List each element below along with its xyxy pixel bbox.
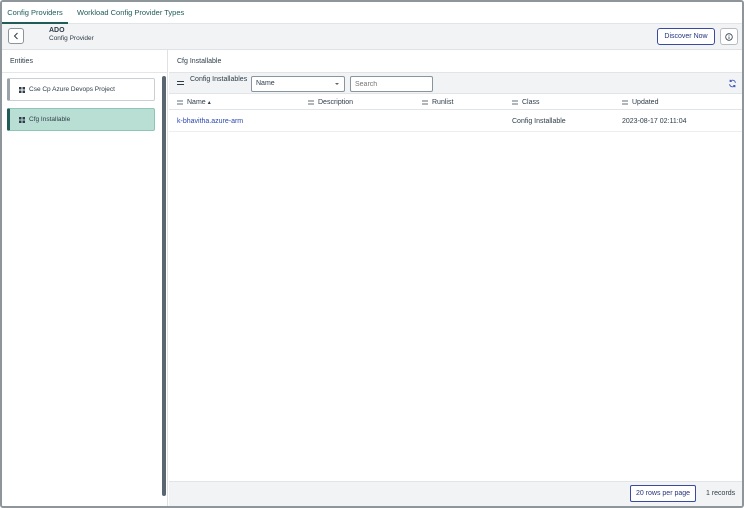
select-value: Name: [256, 80, 275, 87]
column-menu-icon[interactable]: [622, 100, 628, 105]
refresh-icon[interactable]: [728, 79, 737, 88]
entity-item-label: Cse Cp Azure Devops Project: [29, 86, 115, 93]
records-count: 1 records: [706, 490, 736, 497]
discover-now-button[interactable]: Discover Now: [657, 28, 715, 45]
page-subtitle: Config Provider: [49, 35, 94, 42]
column-header-name[interactable]: Name ▴: [177, 99, 211, 106]
back-button[interactable]: [8, 28, 24, 44]
search-input[interactable]: [350, 76, 433, 92]
entities-panel: Entities Cse Cp Azure Devops Project Cfg…: [2, 50, 168, 506]
entity-item-label: Cfg Installable: [29, 116, 71, 123]
table-header: Name ▴ Description Runlist Class Updated: [169, 96, 742, 110]
grid-icon: [19, 86, 25, 93]
column-header-runlist[interactable]: Runlist: [422, 99, 453, 106]
column-menu-icon[interactable]: [177, 100, 183, 105]
column-menu-icon[interactable]: [512, 100, 518, 105]
info-icon: [725, 32, 733, 41]
entity-item-cfg-installable[interactable]: Cfg Installable: [7, 108, 155, 131]
table-footer: 20 rows per page 1 records: [169, 481, 742, 506]
main-title: Cfg Installable: [177, 58, 222, 65]
scrollbar[interactable]: [162, 76, 166, 496]
menu-icon[interactable]: [177, 80, 184, 86]
sort-ascending-icon: ▴: [207, 100, 211, 106]
column-header-label: Updated: [632, 99, 659, 106]
entities-title: Entities: [10, 58, 33, 65]
entity-item-cse-cp-azure-devops-project[interactable]: Cse Cp Azure Devops Project: [7, 78, 155, 101]
column-header-label: Runlist: [432, 99, 454, 106]
tab-bar: Config Providers Workload Config Provide…: [2, 2, 742, 24]
column-header-updated[interactable]: Updated: [622, 99, 658, 106]
column-header-label: Name: [187, 99, 206, 106]
divider: [2, 72, 168, 73]
page-title: ADO: [49, 27, 65, 34]
app-window: Config Providers Workload Config Provide…: [0, 0, 744, 508]
rows-per-page-button[interactable]: 20 rows per page: [630, 485, 696, 502]
page-header: ADO Config Provider Discover Now: [2, 24, 742, 50]
tab-workload-config-provider-types[interactable]: Workload Config Provider Types: [77, 2, 184, 24]
chevron-left-icon: [13, 32, 18, 40]
column-header-description[interactable]: Description: [308, 99, 353, 106]
search-field-select[interactable]: Name: [251, 76, 345, 92]
caret-down-icon: [335, 83, 339, 85]
list-toolbar: Config Installables Name: [169, 72, 742, 94]
column-header-label: Description: [318, 99, 354, 106]
table-row: k-bhavitha.azure-arm Config Installable …: [169, 112, 742, 132]
column-header-label: Class: [522, 99, 540, 106]
grid-icon: [19, 116, 25, 123]
row-class: Config Installable: [512, 118, 566, 125]
column-header-class[interactable]: Class: [512, 99, 540, 106]
info-button[interactable]: [720, 28, 738, 45]
row-updated: 2023-08-17 02:11:04: [622, 118, 687, 125]
tab-config-providers[interactable]: Config Providers: [2, 2, 68, 24]
column-menu-icon[interactable]: [422, 100, 428, 105]
column-menu-icon[interactable]: [308, 100, 314, 105]
list-label: Config Installables: [190, 76, 248, 83]
row-name-link[interactable]: k-bhavitha.azure-arm: [177, 118, 243, 125]
main-panel: Cfg Installable Config Installables Name…: [169, 50, 742, 506]
